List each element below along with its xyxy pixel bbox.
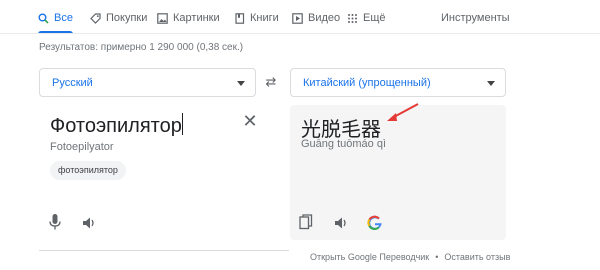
tab-images-label: Картинки: [173, 12, 220, 24]
translated-transliteration: Guāng tuōmáo qì: [301, 138, 387, 150]
tab-video[interactable]: Видео: [292, 9, 340, 27]
search-icon: [38, 13, 49, 24]
feedback-link[interactable]: Оставить отзыв: [444, 252, 510, 262]
tab-video-label: Видео: [308, 12, 341, 24]
source-listen-button[interactable]: [81, 215, 97, 231]
translation-listen-button[interactable]: [333, 215, 349, 231]
source-text-input[interactable]: Фотоэпилятор: [50, 115, 182, 138]
source-language-select[interactable]: Русский: [39, 68, 256, 97]
tab-books-label: Книги: [250, 12, 279, 24]
tag-icon: [90, 12, 101, 24]
dots-icon: [347, 13, 358, 24]
tools-label: Инструменты: [441, 12, 510, 24]
tab-shopping[interactable]: Покупки: [90, 9, 147, 27]
copy-button[interactable]: [299, 214, 313, 230]
speaker-icon: [335, 217, 346, 229]
close-icon: ✕: [242, 111, 258, 131]
tab-shopping-label: Покупки: [106, 12, 148, 24]
image-icon: [157, 12, 168, 24]
tab-all[interactable]: Все: [38, 9, 73, 34]
translator-footer: Открыть Google Переводчик • Оставить отзыв: [310, 252, 510, 262]
tools-button[interactable]: Инструменты: [441, 9, 510, 27]
google-g-icon: [367, 215, 382, 231]
translation-panel: 光脱毛器 Guāng tuōmáo qì: [290, 105, 506, 240]
tab-more-label: Ещё: [363, 12, 386, 24]
target-language-label: Китайский (упрощенный): [303, 76, 431, 89]
chevron-down-icon: [487, 81, 495, 86]
tabs-divider: [0, 33, 600, 34]
tab-images[interactable]: Картинки: [157, 9, 220, 27]
clear-text-button[interactable]: ✕: [242, 111, 258, 131]
swap-icon: ⇄: [265, 74, 277, 89]
result-stats: Результатов: примерно 1 290 000 (0,38 се…: [39, 42, 244, 53]
source-language-label: Русский: [52, 76, 93, 89]
target-language-select[interactable]: Китайский (упрощенный): [290, 68, 506, 97]
swap-languages-button[interactable]: ⇄: [263, 74, 279, 90]
copy-icon: [299, 214, 313, 230]
book-icon: [234, 12, 245, 24]
footer-divider: [39, 250, 289, 251]
tab-all-label: Все: [54, 12, 73, 24]
annotation-arrow: [387, 103, 419, 121]
search-tabs: Все Покупки Картинки Книги Видео Ещё Инс…: [0, 0, 600, 34]
speaker-icon: [83, 217, 94, 229]
tab-books[interactable]: Книги: [234, 9, 279, 27]
microphone-button[interactable]: [47, 213, 63, 231]
source-panel: Фотоэпилятор Fotoepilyator фотоэпилятор …: [39, 105, 279, 245]
play-icon: [292, 12, 303, 24]
tab-more[interactable]: Ещё: [347, 9, 386, 27]
microphone-icon: [49, 214, 61, 230]
suggestion-chip[interactable]: фотоэпилятор: [50, 161, 126, 180]
open-translate-link[interactable]: Открыть Google Переводчик: [310, 252, 429, 262]
text-cursor: [182, 113, 183, 135]
footer-separator: •: [435, 252, 439, 262]
google-translate-button[interactable]: [367, 215, 383, 231]
chevron-down-icon: [237, 81, 245, 86]
source-transliteration: Fotoepilyator: [50, 141, 114, 153]
